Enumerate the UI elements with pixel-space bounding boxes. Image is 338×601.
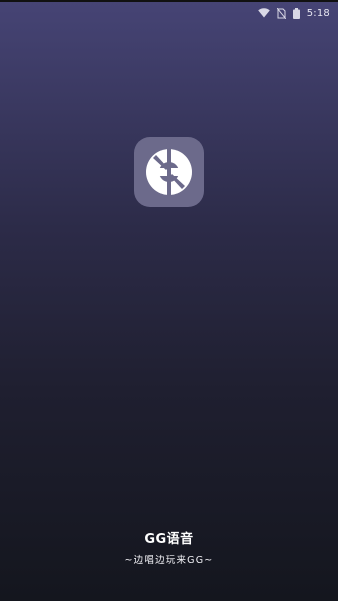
battery-icon — [292, 7, 300, 19]
app-slogan: ~边唱边玩来GG~ — [124, 555, 214, 566]
gg-logo-icon — [146, 149, 192, 195]
no-sim-icon — [276, 7, 286, 19]
status-bar: 5:18 — [0, 2, 338, 24]
splash-screen: 5:18 GG语音 ~边唱边玩来GG~ — [0, 0, 338, 601]
wifi-icon — [257, 8, 270, 18]
app-name: GG语音 — [144, 532, 194, 547]
branding: GG语音 ~边唱边玩来GG~ — [0, 528, 338, 566]
clock-time: 5:18 — [306, 7, 330, 19]
app-logo — [134, 137, 204, 207]
